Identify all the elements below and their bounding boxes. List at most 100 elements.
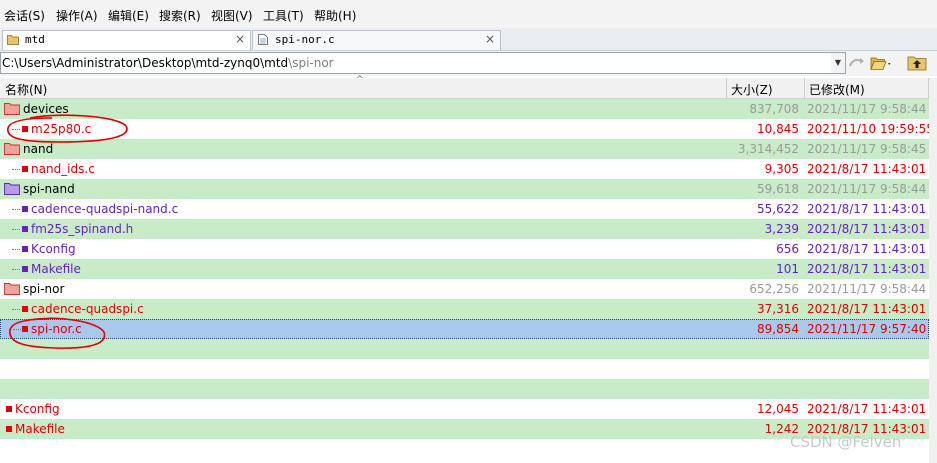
list-item[interactable]: Kconfig 656 2021/8/17 11:43:01 (0, 239, 929, 259)
tab-label: mtd (25, 33, 45, 46)
list-item-selected[interactable]: spi-nor.c 89,854 2021/11/17 9:57:40 (0, 319, 929, 339)
list-item[interactable]: Kconfig 12,045 2021/8/17 11:43:01 (0, 399, 929, 419)
highlight-circle (7, 114, 128, 143)
menu-session[interactable]: 会话(S) (4, 7, 45, 24)
menu-view[interactable]: 视图(V) (211, 7, 253, 24)
file-name: fm25s_spinand.h (31, 222, 134, 236)
path-input[interactable]: C:\Users\Administrator\Desktop\mtd-zynq0… (0, 52, 832, 74)
column-modified-header[interactable]: 已修改(M) (809, 81, 865, 98)
file-size: 12,045 (757, 402, 799, 416)
file-size: 59,618 (757, 182, 799, 196)
menu-help[interactable]: 帮助(H) (314, 7, 356, 24)
list-item[interactable]: spi-nand 59,618 2021/11/17 9:58:44 (0, 179, 929, 199)
file-icon (6, 406, 12, 412)
file-icon (258, 34, 268, 45)
file-date: 2021/11/17 9:58:45 (807, 142, 927, 156)
list-item[interactable]: cadence-quadspi.c 37,316 2021/8/17 11:43… (0, 299, 929, 319)
dropdown-arrow-icon[interactable]: ▼ (831, 52, 846, 74)
file-date: 2021/8/17 11:43:01 (807, 262, 927, 276)
open-folder-icon[interactable] (870, 55, 892, 71)
file-icon (22, 206, 28, 212)
folder-icon (4, 283, 20, 295)
file-icon (22, 166, 28, 172)
file-size: 101 (776, 262, 799, 276)
file-date: 2021/8/17 11:43:01 (807, 302, 927, 316)
file-date: 2021/11/17 9:58:44 (807, 182, 927, 196)
file-icon (22, 246, 28, 252)
file-icon (6, 426, 12, 432)
tree-line (12, 209, 20, 210)
go-icon[interactable] (848, 55, 866, 71)
column-name-header[interactable]: 名称(N) (5, 81, 47, 98)
tab-spi-nor-c[interactable]: spi-nor.c × (252, 30, 501, 50)
menu-bar: 会话(S) 操作(A) 编辑(E) 搜索(R) 视图(V) 工具(T) 帮助(H… (0, 0, 937, 28)
up-folder-icon[interactable] (907, 55, 927, 71)
menu-edit[interactable]: 编辑(E) (108, 7, 149, 24)
highlight-circle (9, 317, 106, 349)
tab-label: spi-nor.c (275, 33, 335, 46)
path-tail: \spi-nor (288, 56, 334, 70)
scrollbar-track[interactable] (929, 98, 937, 463)
file-name: Kconfig (15, 402, 60, 416)
menu-tools[interactable]: 工具(T) (263, 7, 304, 24)
file-icon (22, 226, 28, 232)
folder-icon (7, 35, 19, 45)
empty-row (0, 379, 929, 399)
tab-bar: mtd × spi-nor.c × (0, 28, 937, 51)
menu-operation[interactable]: 操作(A) (56, 7, 98, 24)
list-item[interactable]: cadence-quadspi-nand.c 55,622 2021/8/17 … (0, 199, 929, 219)
column-size-header[interactable]: 大小(Z) (731, 81, 773, 98)
path-text: C:\Users\Administrator\Desktop\mtd-zynq0… (2, 56, 334, 70)
file-date: 2021/8/17 11:43:01 (807, 202, 927, 216)
file-name: nand_ids.c (31, 162, 95, 176)
list-item[interactable]: nand_ids.c 9,305 2021/8/17 11:43:01 (0, 159, 929, 179)
file-size: 37,316 (757, 302, 799, 316)
path-main: C:\Users\Administrator\Desktop\mtd-zynq0… (2, 56, 289, 70)
close-icon[interactable]: × (485, 32, 495, 46)
file-icon (22, 266, 28, 272)
file-size: 3,314,452 (737, 142, 799, 156)
file-name: Kconfig (31, 242, 76, 256)
file-date: 2021/8/17 11:43:01 (807, 222, 927, 236)
column-separator[interactable] (928, 78, 929, 98)
sort-arrow-icon: ^ (356, 75, 364, 85)
column-separator[interactable] (804, 78, 805, 98)
file-size: 10,845 (757, 122, 799, 136)
file-name: Makefile (31, 262, 81, 276)
list-item[interactable]: Makefile 101 2021/8/17 11:43:01 (0, 259, 929, 279)
file-size: 3,239 (764, 222, 799, 236)
tab-mtd[interactable]: mtd × (2, 30, 251, 50)
menu-search[interactable]: 搜索(R) (159, 7, 201, 24)
file-name: Makefile (15, 422, 65, 436)
empty-row (0, 339, 929, 359)
list-item[interactable]: spi-nor 652,256 2021/11/17 9:58:44 (0, 279, 929, 299)
file-size: 89,854 (757, 322, 799, 336)
file-size: 9,305 (764, 162, 799, 176)
file-date: 2021/8/17 11:43:01 (807, 162, 927, 176)
address-bar: C:\Users\Administrator\Desktop\mtd-zynq0… (0, 51, 937, 76)
file-date: 2021/8/17 11:43:01 (807, 242, 927, 256)
column-separator[interactable] (726, 78, 727, 98)
tree-line (12, 249, 20, 250)
file-size: 656 (776, 242, 799, 256)
tree-line (12, 229, 20, 230)
close-icon[interactable]: × (235, 32, 245, 46)
file-list: devices 837,708 2021/11/17 9:58:44 m25p8… (0, 99, 937, 463)
file-date: 2021/11/17 9:58:44 (807, 282, 927, 296)
watermark: CSDN @Felven (790, 433, 902, 451)
folder-icon (4, 183, 20, 195)
file-name: spi-nor (23, 282, 65, 296)
file-size: 652,256 (749, 282, 799, 296)
file-date: 2021/8/17 11:43:01 (807, 402, 927, 416)
file-date: 2021/11/10 19:59:55 (807, 122, 934, 136)
file-name: cadence-quadspi-nand.c (31, 202, 179, 216)
column-header: 名称(N) ^ 大小(Z) 已修改(M) (0, 75, 937, 99)
file-size: 837,708 (749, 102, 799, 116)
empty-row (0, 359, 929, 379)
file-name: spi-nand (23, 182, 75, 196)
list-item[interactable]: fm25s_spinand.h 3,239 2021/8/17 11:43:01 (0, 219, 929, 239)
file-size: 55,622 (757, 202, 799, 216)
tree-line (12, 309, 20, 310)
file-date: 2021/11/17 9:57:40 (807, 322, 927, 336)
tree-line (12, 169, 20, 170)
